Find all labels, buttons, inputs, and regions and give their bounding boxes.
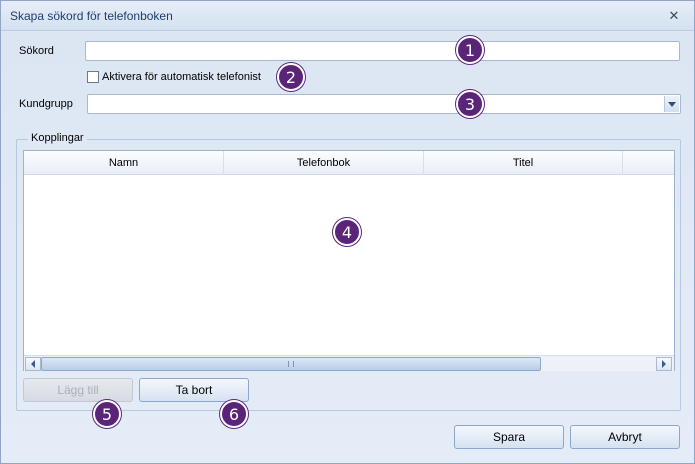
- sokord-input[interactable]: [85, 41, 680, 61]
- title-bar: Skapa sökord för telefonboken ✕: [1, 1, 694, 31]
- scroll-left-button[interactable]: [25, 357, 41, 371]
- grid-header: Namn Telefonbok Titel: [24, 151, 674, 175]
- callout-badge-6: 6: [220, 400, 248, 428]
- grip-icon: [288, 361, 294, 367]
- kundgrupp-select[interactable]: [87, 94, 681, 114]
- callout-badge-2: 2: [277, 63, 305, 91]
- arrow-left-icon: [31, 360, 35, 368]
- sokord-label: Sökord: [19, 45, 54, 57]
- column-header-namn[interactable]: Namn: [24, 151, 224, 175]
- callout-badge-1: 1: [456, 36, 484, 64]
- scroll-thumb[interactable]: [41, 357, 541, 371]
- window-title: Skapa sökord för telefonboken: [10, 9, 173, 23]
- scroll-right-button[interactable]: [656, 357, 672, 371]
- callout-badge-4: 4: [333, 218, 361, 246]
- horizontal-scrollbar[interactable]: [24, 355, 674, 371]
- arrow-right-icon: [662, 360, 666, 368]
- callout-badge-3: 3: [456, 90, 484, 118]
- save-button[interactable]: Spara: [454, 425, 564, 449]
- column-header-titel[interactable]: Titel: [424, 151, 623, 175]
- auto-operator-checkbox[interactable]: [87, 71, 99, 83]
- callout-badge-5: 5: [93, 400, 121, 428]
- remove-button[interactable]: Ta bort: [139, 378, 249, 402]
- kundgrupp-dropdown-button[interactable]: [664, 96, 679, 112]
- chevron-down-icon: [668, 101, 676, 107]
- kopplingar-legend: Kopplingar: [28, 132, 87, 144]
- close-icon: ✕: [668, 8, 680, 23]
- cancel-button[interactable]: Avbryt: [570, 425, 680, 449]
- auto-operator-label: Aktivera för automatisk telefonist: [102, 71, 261, 83]
- close-button[interactable]: ✕: [665, 8, 683, 24]
- kopplingar-grid[interactable]: Namn Telefonbok Titel: [23, 150, 675, 371]
- kundgrupp-label: Kundgrupp: [19, 98, 73, 110]
- add-button[interactable]: Lägg till: [23, 378, 133, 402]
- dialog-window: Skapa sökord för telefonboken ✕ Sökord A…: [0, 0, 695, 464]
- column-header-telefonbok[interactable]: Telefonbok: [224, 151, 424, 175]
